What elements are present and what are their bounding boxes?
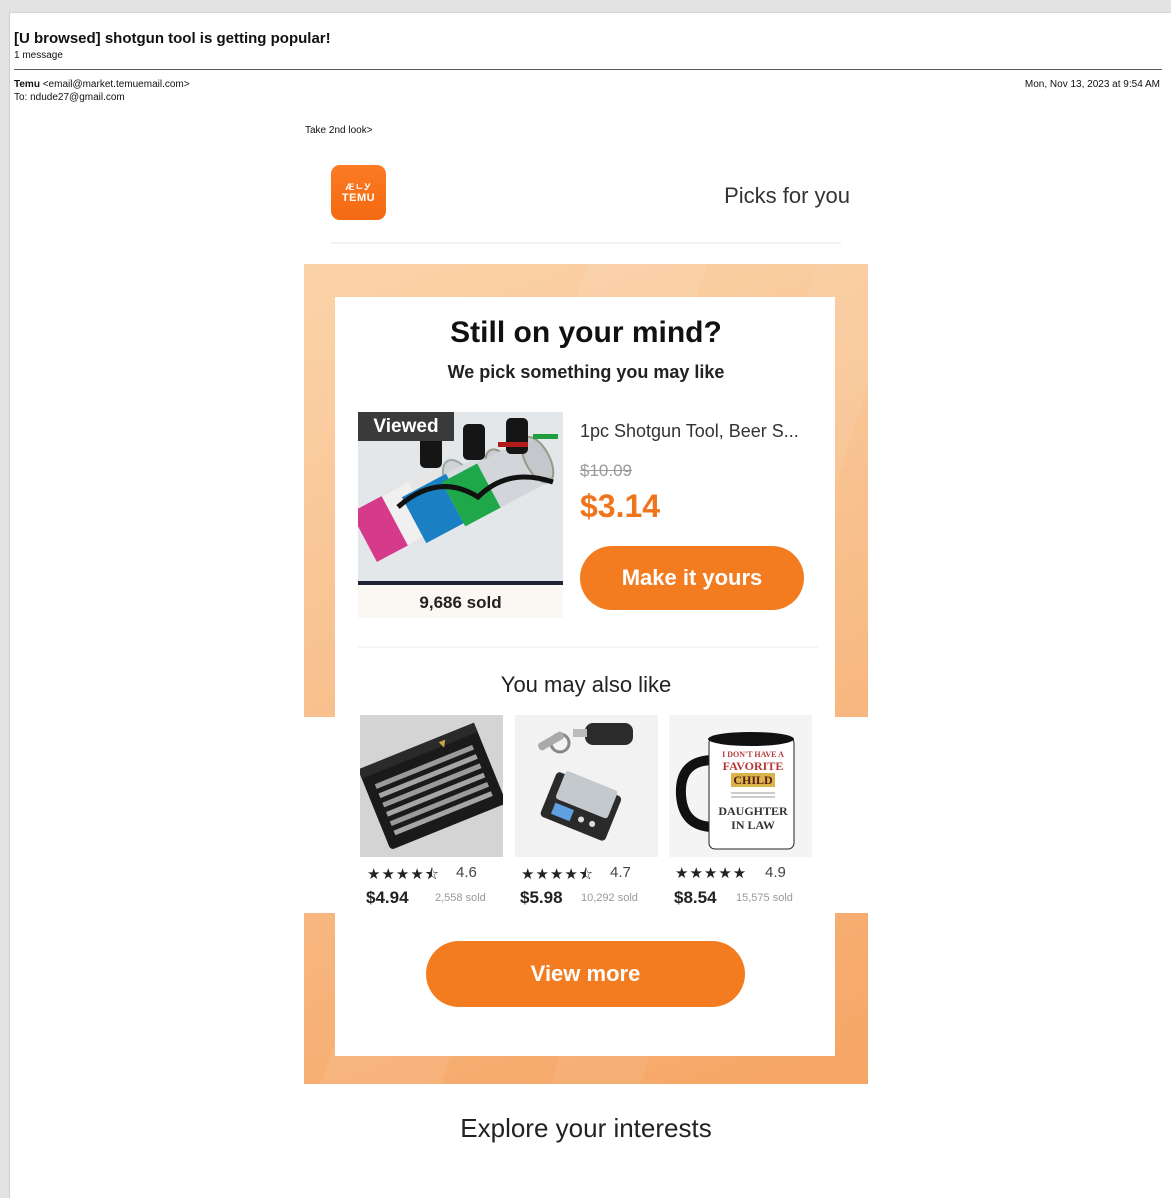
rec-sold-count: 10,292 sold	[581, 892, 638, 904]
make-it-yours-button[interactable]: Make it yours	[580, 546, 804, 610]
star-rating-icon: ★★★★⯪	[521, 866, 594, 883]
recommended-product-image-1[interactable]	[360, 715, 503, 857]
knife-set-image	[360, 715, 503, 857]
rec-price: $5.98	[520, 888, 563, 907]
mug-line-3: CHILD	[733, 773, 773, 787]
temu-logo[interactable]: ÆㄴᎩ TEMU	[331, 165, 386, 220]
brand-divider	[331, 242, 841, 244]
mug-line-5: IN LAW	[731, 818, 775, 832]
star-rating-icon: ★★★★⯪	[367, 866, 440, 883]
rec-price: $8.54	[674, 888, 717, 907]
message-count: 1 message	[14, 50, 63, 61]
pocket-scale-image	[515, 715, 658, 857]
also-like-heading: You may also like	[500, 672, 672, 697]
mug-line-1: I DON'T HAVE A	[722, 750, 784, 759]
logo-glyph: ÆㄴᎩ	[345, 181, 372, 192]
rec-sold-count: 15,575 sold	[736, 892, 793, 904]
email-page: [U browsed] shotgun tool is getting popu…	[9, 12, 1171, 1198]
explore-interests-heading: Explore your interests	[460, 1113, 712, 1143]
rating-value: 4.6	[456, 864, 477, 881]
logo-text: TEMU	[341, 191, 376, 204]
preheader-link[interactable]: Take 2nd look>	[305, 125, 373, 136]
rec-sold-count: 2,558 sold	[435, 892, 486, 904]
recommended-product-image-2[interactable]	[515, 715, 658, 857]
email-subject: [U browsed] shotgun tool is getting popu…	[14, 30, 331, 47]
sender-address: <email@market.temuemail.com>	[42, 79, 190, 90]
promo-subline: We pick something you may like	[447, 362, 725, 382]
rating-value: 4.7	[610, 864, 631, 881]
recipient-line: To: ndude27@gmail.com	[14, 92, 125, 103]
picks-for-you-label: Picks for you	[724, 183, 850, 208]
viewed-badge: Viewed	[358, 412, 454, 441]
view-more-button[interactable]: View more	[426, 941, 745, 1007]
mug-line-2: FAVORITE	[723, 759, 784, 773]
featured-old-price: $10.09	[580, 461, 632, 480]
featured-sold-count: 9,686 sold	[358, 585, 563, 618]
rec-price: $4.94	[366, 888, 409, 907]
star-rating-icon: ★★★★★	[675, 865, 748, 882]
featured-price: $3.14	[580, 488, 661, 524]
recommended-product-image-3[interactable]: I DON'T HAVE A FAVORITE CHILD DAUGHTER I…	[669, 715, 812, 857]
rating-value: 4.9	[765, 864, 786, 881]
header-divider	[14, 69, 1162, 70]
sender-line: Temu <email@market.temuemail.com>	[14, 79, 190, 90]
featured-product-title[interactable]: 1pc Shotgun Tool, Beer S...	[580, 421, 799, 442]
mug-line-4: DAUGHTER	[718, 804, 788, 818]
mug-image: I DON'T HAVE A FAVORITE CHILD DAUGHTER I…	[669, 715, 812, 857]
sender-name: Temu	[14, 79, 40, 90]
email-date: Mon, Nov 13, 2023 at 9:54 AM	[1024, 79, 1160, 90]
section-divider	[358, 646, 818, 648]
promo-headline: Still on your mind?	[450, 316, 722, 349]
